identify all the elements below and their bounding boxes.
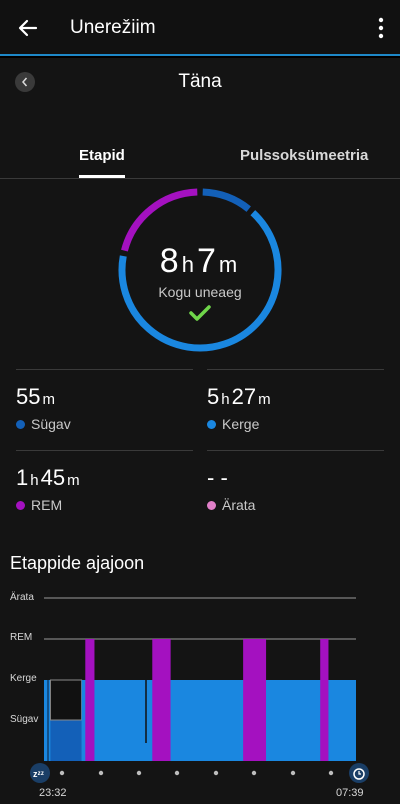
stage-stat-rem: 1 h45 m REM: [16, 450, 193, 513]
tab-bar: Etapid Pulssoksümeetria: [0, 130, 400, 179]
total-sleep-value: 8 h7 m: [116, 242, 284, 281]
duration-number: 5: [207, 384, 220, 409]
legend-dot: [207, 500, 216, 510]
tab-stages-label: Etapid: [79, 147, 125, 164]
minutes-unit: m: [218, 252, 238, 277]
timeline-block-light: [81, 680, 86, 761]
duration-number: 55: [16, 384, 41, 409]
start-time: 23:32: [39, 787, 67, 799]
date-title: Täna: [178, 71, 222, 92]
duration-unit: m: [67, 472, 80, 489]
duration-number: 27: [231, 384, 257, 409]
axis-tick-dot: [328, 770, 334, 776]
timeline-block-deep: [50, 720, 82, 761]
axis-tick-dot: [174, 770, 180, 776]
stage-duration: 5 h27 m: [207, 384, 384, 410]
legend-dot: [207, 419, 216, 429]
duration-unit: h: [30, 472, 39, 489]
timeline-block-gap: [49, 679, 83, 721]
hours-unit: h: [181, 252, 194, 277]
axis-tick-dot: [213, 770, 219, 776]
timeline-block-light: [44, 680, 51, 761]
stage-stat-deep: 55 m Sügav: [16, 369, 193, 432]
duration-number: 1: [16, 465, 29, 490]
arrow-left-icon[interactable]: [14, 14, 42, 42]
sleep-zzz-glyph: zᶻᶻ: [33, 769, 44, 779]
axis-tick-dot: [136, 770, 142, 776]
timeline-chart: zᶻᶻ: [30, 597, 369, 783]
stage-label: Sügav: [31, 416, 71, 432]
more-vertical-icon[interactable]: [376, 16, 386, 40]
timeline-block-rem: [320, 639, 329, 761]
stage-duration: - -: [207, 465, 384, 491]
tab-pulse-ox-label: Pulssoksümeetria: [240, 147, 369, 164]
legend-dot: [16, 419, 25, 429]
legend-dot: [16, 500, 25, 510]
timeline-block-rem: [243, 639, 267, 761]
main-content: Täna Etapid Pulssoksümeetria 8 h7 m Kogu u…: [0, 58, 400, 804]
axis-tick-dot: [290, 770, 296, 776]
total-sleep-ring: 8 h7 m Kogu uneaeg: [116, 186, 284, 354]
page-title: Unerežiim: [70, 17, 156, 38]
timeline-block-rem: [85, 639, 95, 761]
timeline-block-light: [266, 680, 321, 761]
tab-stages[interactable]: Etapid: [79, 147, 125, 178]
tab-pulse-ox[interactable]: Pulssoksümeetria: [240, 147, 368, 164]
timeline-block-light: [328, 680, 356, 761]
date-navigation: Täna: [0, 58, 400, 116]
axis-tick-dot: [59, 770, 65, 776]
stage-duration: 1 h45 m: [16, 465, 193, 491]
axis-tick-dot: [98, 770, 104, 776]
end-time: 07:39: [336, 787, 364, 799]
stage-label: Kerge: [222, 416, 260, 432]
active-tab-indicator: [79, 175, 125, 178]
duration-number: - -: [207, 465, 228, 490]
timeline-block-rem: [152, 639, 171, 761]
duration-unit: h: [221, 391, 230, 408]
timeline-title: Etappide ajajoon: [10, 553, 145, 573]
axis-tick-dot: [251, 770, 257, 776]
timeline-block-light: [170, 680, 244, 761]
duration-number: 45: [40, 465, 66, 490]
total-sleep-label: Kogu uneaeg: [158, 284, 242, 300]
total-hours: 8: [159, 242, 179, 280]
app-bar: Unerežiim: [0, 0, 400, 56]
duration-unit: m: [258, 391, 271, 408]
stage-duration: 55 m: [16, 384, 193, 410]
stage-stat-light: 5 h27 m Kerge: [207, 369, 384, 432]
checkmark-icon: [189, 305, 211, 321]
stage-label: Ärata: [222, 497, 256, 513]
stage-stat-awake: - - Ärata: [207, 450, 384, 513]
timeline-block-light: [94, 680, 153, 761]
stage-label: REM: [31, 497, 63, 513]
duration-unit: m: [42, 391, 55, 408]
stage-timeline: Ärata REM Kerge Sügav zᶻᶻ 23:32 07:39: [0, 583, 400, 804]
ring-segment-deep: [202, 188, 251, 212]
total-minutes: 7: [196, 242, 216, 280]
